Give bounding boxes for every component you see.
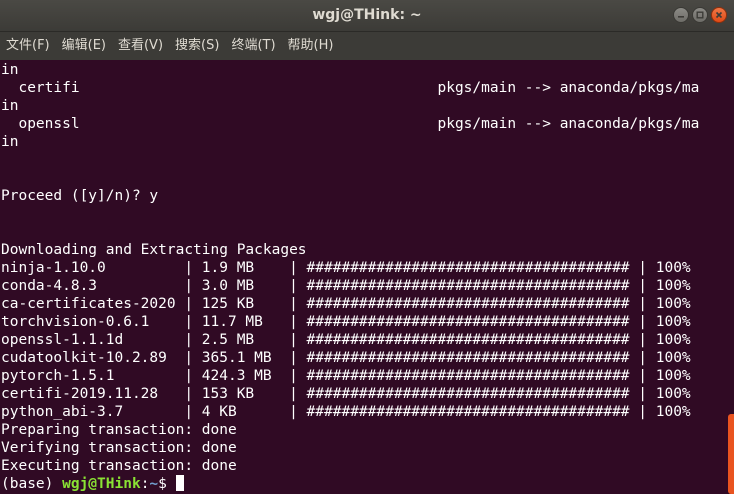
prompt-user-host: wgj@THink xyxy=(62,476,141,492)
terminal-line: ca-certificates-2020 | 125 KB | ########… xyxy=(1,296,691,312)
terminal-line: cudatoolkit-10.2.89 | 365.1 MB | #######… xyxy=(1,350,691,366)
minimize-icon xyxy=(678,16,684,18)
terminal-line: python_abi-3.7 | 4 KB | ################… xyxy=(1,404,691,420)
menu-search[interactable]: 搜索(S) xyxy=(175,32,219,60)
menu-edit[interactable]: 编辑(E) xyxy=(62,32,106,60)
terminal-line: torchvision-0.6.1 | 11.7 MB | ##########… xyxy=(1,314,691,330)
terminal-output[interactable]: in certifi pkgs/main --> anaconda/pkgs/m… xyxy=(0,60,728,494)
close-button[interactable] xyxy=(711,7,727,23)
text-cursor xyxy=(175,475,184,491)
terminal-line: certifi pkgs/main --> anaconda/pkgs/ma xyxy=(1,80,700,96)
terminal-line: pytorch-1.5.1 | 424.3 MB | #############… xyxy=(1,368,691,384)
terminal-line: openssl-1.1.1d | 2.5 MB | ##############… xyxy=(1,332,691,348)
terminal-line: Executing transaction: done xyxy=(1,458,237,474)
title-bar[interactable]: wgj@THink: ~ xyxy=(0,0,734,32)
minimize-button[interactable] xyxy=(673,7,689,23)
terminal-line: conda-4.8.3 | 3.0 MB | #################… xyxy=(1,278,691,294)
prompt-path: ~ xyxy=(149,476,159,492)
shell-prompt[interactable]: (base) wgj@THink:~$ xyxy=(1,475,184,493)
menu-file[interactable]: 文件(F) xyxy=(6,32,50,60)
terminal-window: wgj@THink: ~ 文件(F) 编辑(E) 查看(V) 搜索(S) 终端(… xyxy=(0,0,734,494)
scrollbar-thumb[interactable] xyxy=(728,414,734,494)
prompt-env: (base) xyxy=(1,476,63,492)
terminal-line: in xyxy=(1,134,19,150)
menu-terminal[interactable]: 终端(T) xyxy=(231,32,275,60)
terminal-line: Proceed ([y]/n)? y xyxy=(1,188,159,204)
menu-view[interactable]: 查看(V) xyxy=(118,32,163,60)
maximize-button[interactable] xyxy=(692,7,708,23)
terminal-line: in xyxy=(1,62,19,78)
terminal-line: openssl pkgs/main --> anaconda/pkgs/ma xyxy=(1,116,700,132)
menu-bar: 文件(F) 编辑(E) 查看(V) 搜索(S) 终端(T) 帮助(H) xyxy=(0,32,734,60)
terminal-line: certifi-2019.11.28 | 153 KB | ##########… xyxy=(1,386,691,402)
terminal-line: Verifying transaction: done xyxy=(1,440,237,456)
terminal-line: in xyxy=(1,98,19,114)
terminal-line: ninja-1.10.0 | 1.9 MB | ################… xyxy=(1,260,691,276)
prompt-symbol: $ xyxy=(158,476,176,492)
maximize-icon xyxy=(696,11,704,19)
close-icon xyxy=(715,11,723,19)
terminal-line: Downloading and Extracting Packages xyxy=(1,242,307,258)
terminal-line: Preparing transaction: done xyxy=(1,422,237,438)
window-title: wgj@THink: ~ xyxy=(312,7,422,23)
scrollbar[interactable] xyxy=(728,60,734,494)
menu-help[interactable]: 帮助(H) xyxy=(288,32,334,60)
